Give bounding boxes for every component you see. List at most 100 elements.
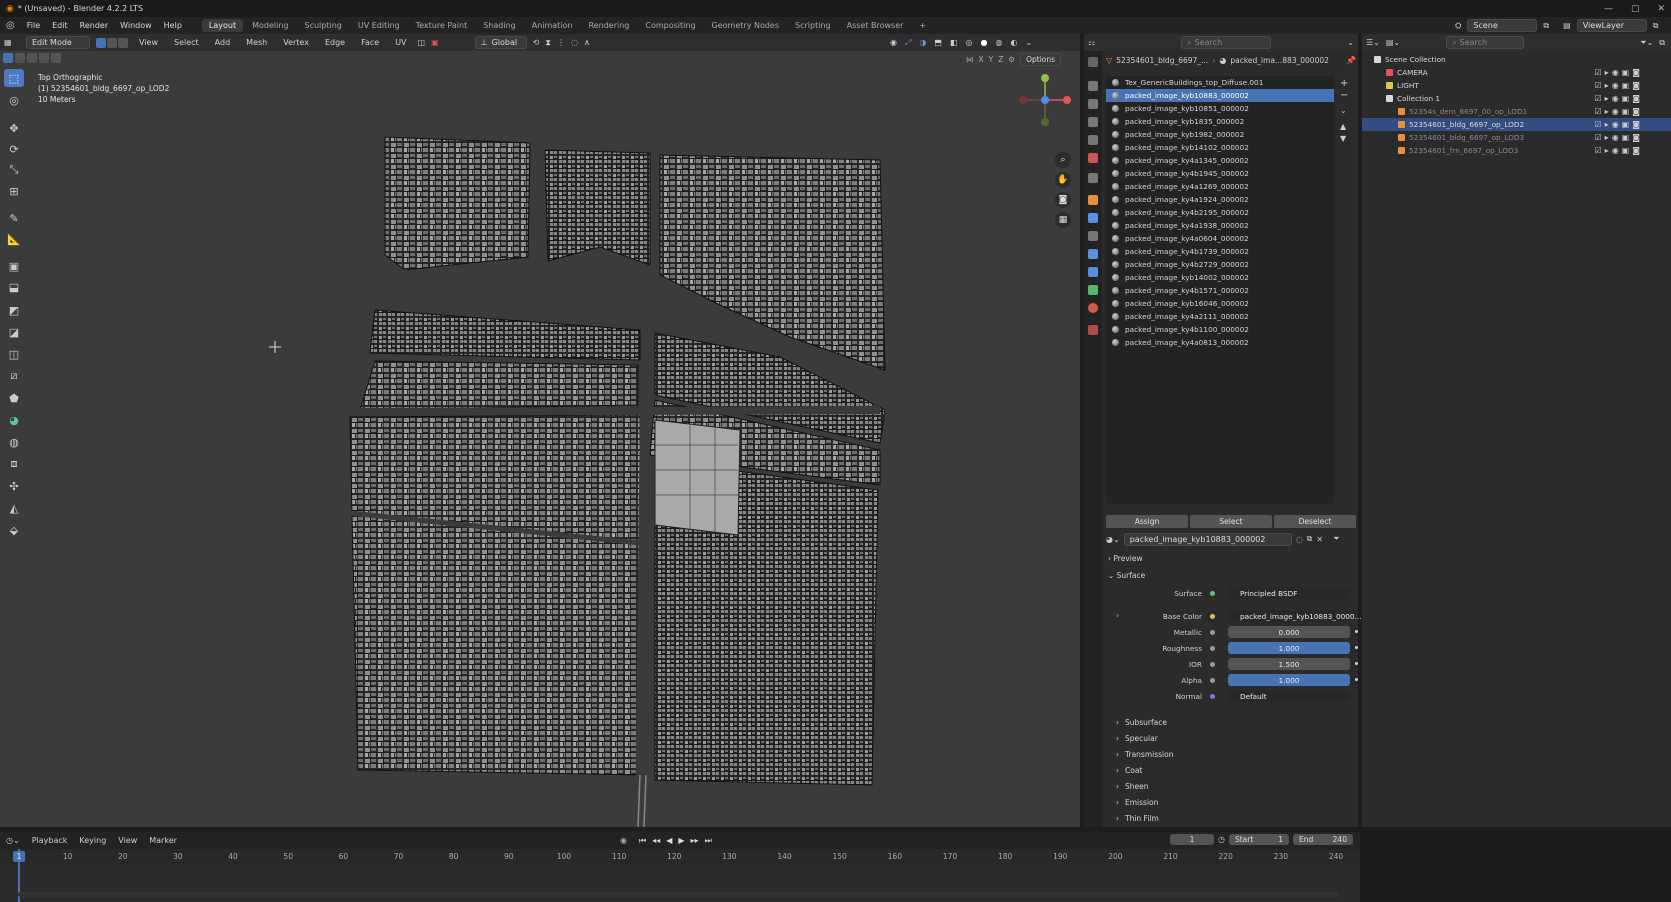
tab-layout[interactable]: Layout xyxy=(201,19,244,32)
select-box-tool-icon[interactable]: ⬚ xyxy=(4,69,24,87)
solid-shading-icon[interactable]: ● xyxy=(980,38,987,47)
material-slot[interactable]: packed_image_ky4b1100_000002 xyxy=(1106,323,1334,336)
display-mode-icon[interactable]: ▤⌄ xyxy=(1386,38,1400,47)
shading-options-icon[interactable]: ⌄ xyxy=(1025,38,1032,47)
timeline-scrollbar[interactable] xyxy=(18,892,1338,897)
move-slot-down-icon[interactable]: ▼ xyxy=(1340,134,1346,143)
material-slot[interactable]: packed_image_ky4a0604_000002 xyxy=(1106,232,1334,245)
inset-tool-icon[interactable]: ◩ xyxy=(4,301,24,319)
outliner-row[interactable]: Collection 1 ☑▸◉▣◙ xyxy=(1362,92,1671,105)
subsection-header[interactable]: › Coat xyxy=(1106,762,1356,778)
new-view-layer-icon[interactable]: ⧉ xyxy=(1653,21,1659,31)
material-slot[interactable]: Tex_GenericBuildings_top_Diffuse.001 xyxy=(1106,76,1334,89)
ior-field[interactable]: 1.500 xyxy=(1228,658,1350,670)
start-frame-field[interactable]: Start 1 xyxy=(1228,834,1289,845)
select-extend-icon[interactable] xyxy=(15,53,25,63)
current-frame-field[interactable]: 1 xyxy=(1170,834,1214,845)
tab-uv-editing[interactable]: UV Editing xyxy=(351,19,407,32)
scene-tab-icon[interactable] xyxy=(1088,135,1098,145)
gizmo-neg-x-icon[interactable] xyxy=(1019,96,1027,104)
axis-y-toggle[interactable]: Y xyxy=(989,55,994,64)
constraints-tab-icon[interactable] xyxy=(1088,267,1098,277)
axis-x-toggle[interactable]: X xyxy=(979,55,984,64)
axis-z-toggle[interactable]: Z xyxy=(998,55,1003,64)
tab-geometry-nodes[interactable]: Geometry Nodes xyxy=(705,19,786,32)
properties-options-icon[interactable]: ⌄ xyxy=(1347,38,1354,47)
particles-tab-icon[interactable] xyxy=(1088,231,1098,241)
material-tab-icon[interactable] xyxy=(1088,303,1098,313)
navigation-gizmo[interactable] xyxy=(1015,70,1075,130)
material-slot[interactable]: packed_image_ky4a2111_000002 xyxy=(1106,310,1334,323)
material-slot[interactable]: packed_image_ky4a1924_000002 xyxy=(1106,193,1334,206)
falloff-icon[interactable]: ∧ xyxy=(584,38,590,47)
surface-shader-field[interactable]: Principled BSDF xyxy=(1228,587,1350,599)
menu-face[interactable]: Face xyxy=(356,37,384,48)
jump-end-icon[interactable]: ⏭ xyxy=(705,836,712,846)
edge-slide-tool-icon[interactable]: ⧈ xyxy=(4,455,24,473)
world-tab-icon[interactable] xyxy=(1088,153,1098,163)
rip-tool-icon[interactable]: ⬙ xyxy=(4,521,24,539)
cursor-tool-icon[interactable]: ◎ xyxy=(4,91,24,109)
deselect-button[interactable]: Deselect xyxy=(1274,515,1356,528)
tab-texture-paint[interactable]: Texture Paint xyxy=(409,19,475,32)
menu-uv[interactable]: UV xyxy=(390,37,411,48)
shear-tool-icon[interactable]: ◭ xyxy=(4,499,24,517)
snap-icon[interactable]: ⧗ xyxy=(545,38,551,48)
material-slot[interactable]: packed_image_kyb1982_000002 xyxy=(1106,128,1334,141)
menu-view[interactable]: View xyxy=(134,37,163,48)
new-collection-icon[interactable]: ⧉ xyxy=(1659,38,1665,48)
subsection-header[interactable]: › Sheen xyxy=(1106,778,1356,794)
metallic-field[interactable]: 0.000 xyxy=(1228,626,1350,638)
move-tool-icon[interactable]: ✥ xyxy=(4,119,24,137)
add-cube-tool-icon[interactable]: ▣ xyxy=(4,257,24,275)
overlay-color-icon[interactable]: ▣ xyxy=(431,38,439,47)
metallic-keyframe-icon[interactable] xyxy=(1355,630,1358,633)
material-shading-icon[interactable]: ◍ xyxy=(995,38,1002,47)
visibility-icon[interactable]: ◉ xyxy=(890,38,897,47)
menu-playback[interactable]: Playback xyxy=(26,836,74,845)
material-slot[interactable]: packed_image_ky4b1945_000002 xyxy=(1106,167,1334,180)
3d-cursor-icon[interactable] xyxy=(269,341,281,353)
orientation-selector[interactable]: ⊥ Global xyxy=(474,36,527,49)
duplicate-material-icon[interactable]: ⧉ xyxy=(1307,534,1313,544)
mode-selector[interactable]: Edit Mode xyxy=(26,36,90,49)
material-slot[interactable]: packed_image_ky4a0813_000002 xyxy=(1106,336,1334,349)
tab-compositing[interactable]: Compositing xyxy=(638,19,702,32)
gizmo-neg-y-icon[interactable] xyxy=(1041,118,1049,126)
proportional-edit-icon[interactable]: ◌ xyxy=(571,38,578,47)
material-slot[interactable]: packed_image_ky4a1938_000002 xyxy=(1106,219,1334,232)
city-mesh-view[interactable] xyxy=(0,65,1080,827)
end-frame-field[interactable]: End 240 xyxy=(1292,834,1353,845)
outliner-filter-icon[interactable]: ⏷⌄ xyxy=(1640,38,1653,48)
menu-keying[interactable]: Keying xyxy=(73,836,112,845)
3d-viewport[interactable]: ▦ Edit Mode View Select Add Mesh Vertex … xyxy=(0,34,1080,827)
material-slot-list[interactable]: Tex_GenericBuildings_top_Diffuse.001pack… xyxy=(1106,76,1334,504)
bevel-tool-icon[interactable]: ◪ xyxy=(4,323,24,341)
subsection-header[interactable]: › Transmission xyxy=(1106,746,1356,762)
menu-help[interactable]: Help xyxy=(158,21,188,30)
output-tab-icon[interactable] xyxy=(1088,99,1098,109)
menu-mesh[interactable]: Mesh xyxy=(241,37,272,48)
tab-rendering[interactable]: Rendering xyxy=(582,19,637,32)
zoom-icon[interactable]: ⌕ xyxy=(1055,152,1071,168)
collection-tab-icon[interactable] xyxy=(1088,173,1098,183)
remove-slot-icon[interactable]: − xyxy=(1340,90,1348,101)
subsection-header[interactable]: › Specular xyxy=(1106,730,1356,746)
shrink-tool-icon[interactable]: ✣ xyxy=(4,477,24,495)
select-invert-icon[interactable] xyxy=(39,53,49,63)
xray-toggle-icon[interactable]: ◫ xyxy=(418,38,426,47)
play-reverse-icon[interactable]: ◀ xyxy=(666,836,672,845)
add-slot-icon[interactable]: + xyxy=(1340,78,1348,89)
visibility-toggles-icon[interactable]: ☑▸◉▣◙ xyxy=(1595,94,1644,103)
gizmo-toggle-icon[interactable]: ⤢ xyxy=(905,38,911,48)
overlays-toggle-icon[interactable]: ◑ xyxy=(919,38,926,47)
material-browse-icon[interactable]: ◕⌄ xyxy=(1106,535,1120,544)
maximize-button[interactable]: ▢ xyxy=(1631,4,1640,14)
view-layer-selector[interactable]: ViewLayer xyxy=(1576,19,1647,32)
jump-keyframe-back-icon[interactable]: ◂◂ xyxy=(652,836,660,845)
outliner-row[interactable]: 52354601_frn_6697_op_LOD3 ☑▸◉▣◙ xyxy=(1362,144,1671,157)
tool-tab-icon[interactable] xyxy=(1088,57,1098,67)
outliner-row[interactable]: 52354601_bldg_6697_op_LOD2 ☑▸◉▣◙ xyxy=(1362,118,1671,131)
new-scene-icon[interactable]: ⧉ xyxy=(1543,21,1549,31)
extrude-tool-icon[interactable]: ⬓ xyxy=(4,278,24,296)
